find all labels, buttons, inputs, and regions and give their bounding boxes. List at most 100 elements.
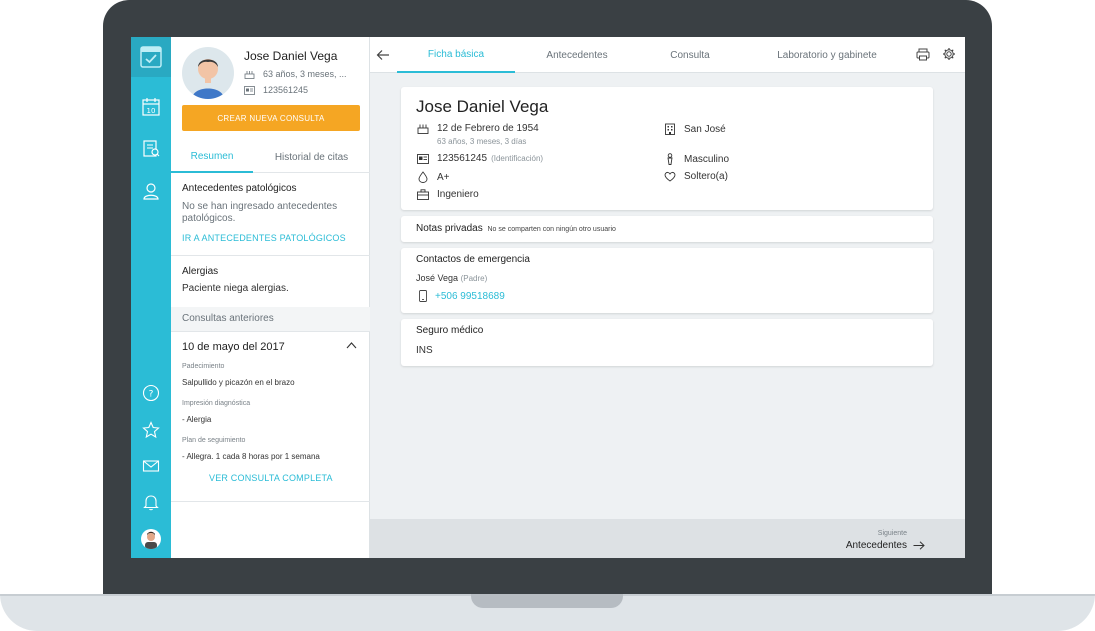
next-link[interactable]: Antecedentes bbox=[846, 540, 925, 551]
marital-status: Soltero(a) bbox=[664, 171, 728, 182]
patient-avatar-icon bbox=[182, 47, 234, 99]
view-consultation-link[interactable]: VER CONSULTA COMPLETA bbox=[209, 473, 333, 483]
tab-resumen[interactable]: Resumen bbox=[171, 141, 253, 173]
person-icon bbox=[667, 153, 673, 165]
mobile-phone-icon bbox=[419, 290, 427, 302]
patient-id-line: 123561245 bbox=[244, 85, 308, 95]
basic-info-card: Jose Daniel Vega 12 de Febrero de 1954 6… bbox=[401, 87, 933, 210]
profile-icon[interactable] bbox=[131, 173, 171, 209]
private-notes-card[interactable]: Notas privadas No se comparten con ningú… bbox=[401, 216, 933, 242]
plan-value: - Allegra. 1 cada 8 horas por 1 semana bbox=[182, 452, 320, 461]
card-patient-name: Jose Daniel Vega bbox=[416, 97, 549, 116]
create-consultation-button[interactable]: CREAR NUEVA CONSULTA bbox=[182, 105, 360, 131]
id-value: 123561245 bbox=[437, 153, 488, 164]
notes-subtitle: No se comparten con ningún otro usuario bbox=[487, 226, 616, 233]
drop-icon bbox=[418, 171, 428, 183]
antecedentes-section: Antecedentes patológicos No se han ingre… bbox=[171, 173, 370, 255]
emergency-title: Contactos de emergencia bbox=[416, 254, 530, 265]
impresion-label: Impresión diagnóstica bbox=[182, 400, 251, 407]
back-arrow-icon[interactable] bbox=[376, 48, 390, 66]
previous-consultations-title: Consultas anteriores bbox=[182, 313, 274, 324]
previous-consultations-header: Consultas anteriores bbox=[171, 307, 370, 331]
padecimiento-value: Salpullido y picazón en el brazo bbox=[182, 378, 295, 387]
marital-value: Soltero(a) bbox=[684, 171, 728, 182]
patient-summary-panel: Jose Daniel Vega 63 años, 3 meses, ... 1… bbox=[171, 37, 370, 558]
main-content: Ficha básica Antecedentes Consulta Labor… bbox=[370, 37, 965, 558]
insurance-card: Seguro médico INS bbox=[401, 319, 933, 366]
emergency-contacts-card: Contactos de emergencia José Vega (Padre… bbox=[401, 248, 933, 313]
bell-icon[interactable] bbox=[131, 484, 171, 520]
alergias-section: Alergias Paciente niega alergias. bbox=[171, 255, 370, 307]
app-screen: 10 ? Jose Daniel Vega 63 años, 3 meses, … bbox=[131, 37, 965, 558]
user-avatar[interactable] bbox=[131, 521, 171, 557]
svg-text:10: 10 bbox=[147, 107, 156, 115]
avatar-photo-icon bbox=[141, 529, 161, 549]
gender-value: Masculino bbox=[684, 153, 730, 165]
antecedentes-title: Antecedentes patológicos bbox=[182, 183, 297, 194]
tab-ficha-basica[interactable]: Ficha básica bbox=[397, 37, 515, 73]
next-label[interactable]: Antecedentes bbox=[846, 540, 907, 551]
id-card-icon bbox=[417, 153, 429, 164]
building-icon bbox=[665, 123, 675, 135]
blood-value: A+ bbox=[437, 171, 450, 183]
calendar-icon[interactable]: 10 bbox=[131, 89, 171, 125]
insurance-value: INS bbox=[416, 345, 433, 356]
next-small-label: Siguiente bbox=[877, 530, 907, 537]
tab-laboratorio[interactable]: Laboratorio y gabinete bbox=[752, 37, 902, 73]
main-tab-bar: Ficha básica Antecedentes Consulta Labor… bbox=[370, 37, 965, 73]
laptop-notch bbox=[471, 594, 623, 608]
heart-icon bbox=[664, 171, 676, 182]
clipboard-icon[interactable] bbox=[131, 131, 171, 167]
notes-line: Notas privadas No se comparten con ningú… bbox=[416, 223, 616, 234]
impresion-value: - Alergia bbox=[182, 415, 212, 424]
settings-icon[interactable] bbox=[942, 47, 956, 66]
alergias-text: Paciente niega alergias. bbox=[182, 283, 289, 294]
contact-name: José Vega bbox=[416, 273, 459, 283]
tab-consulta[interactable]: Consulta bbox=[640, 37, 740, 73]
icon-rail: 10 ? bbox=[131, 37, 171, 558]
alergias-title: Alergias bbox=[182, 266, 219, 277]
arrow-right-icon bbox=[913, 541, 925, 550]
insurance-title: Seguro médico bbox=[416, 325, 484, 336]
mail-icon[interactable] bbox=[131, 448, 171, 484]
emergency-contact: José Vega (Padre) bbox=[416, 273, 487, 283]
antecedentes-text: No se han ingresado antecedentes patológ… bbox=[182, 201, 338, 224]
age-full: 63 años, 3 meses, 3 días bbox=[437, 137, 527, 146]
summary-tabs: Resumen Historial de citas bbox=[171, 141, 370, 173]
help-icon[interactable]: ? bbox=[131, 375, 171, 411]
location-value: San José bbox=[684, 123, 726, 135]
tab-antecedentes[interactable]: Antecedentes bbox=[520, 37, 634, 73]
birth-date: 12 de Febrero de 1954 bbox=[417, 123, 539, 134]
plan-label: Plan de seguimiento bbox=[182, 437, 246, 444]
svg-text:?: ? bbox=[149, 390, 154, 400]
cake-icon bbox=[417, 124, 429, 134]
star-icon[interactable] bbox=[131, 412, 171, 448]
occupation: Ingeniero bbox=[417, 189, 479, 200]
divider bbox=[171, 501, 370, 502]
tab-historial-citas[interactable]: Historial de citas bbox=[253, 141, 370, 173]
print-icon[interactable] bbox=[916, 48, 930, 66]
next-step-footer: Siguiente Antecedentes bbox=[370, 519, 965, 558]
padecimiento-label: Padecimiento bbox=[182, 363, 225, 370]
app-logo-icon[interactable] bbox=[131, 37, 171, 77]
consultation-date: 10 de mayo del 2017 bbox=[182, 341, 285, 353]
gender: Masculino bbox=[664, 153, 729, 165]
birth-date-value: 12 de Febrero de 1954 bbox=[437, 123, 539, 134]
chevron-up-icon[interactable] bbox=[346, 341, 357, 349]
cake-icon bbox=[244, 71, 255, 79]
id-card-icon bbox=[244, 85, 255, 95]
contact-phone[interactable]: +506 99518689 bbox=[435, 291, 505, 302]
id-label: (Identificación) bbox=[491, 154, 544, 163]
contact-relation: (Padre) bbox=[460, 274, 488, 283]
contact-phone-row[interactable]: +506 99518689 bbox=[419, 290, 505, 302]
occupation-value: Ingeniero bbox=[437, 189, 479, 200]
patient-name: Jose Daniel Vega bbox=[244, 49, 338, 63]
blood-type: A+ bbox=[417, 171, 450, 183]
notes-title: Notas privadas bbox=[416, 223, 483, 234]
antecedentes-link[interactable]: IR A ANTECEDENTES PATOLÓGICOS bbox=[182, 233, 346, 243]
patient-age-line: 63 años, 3 meses, ... bbox=[244, 69, 347, 79]
id-row: 123561245 (Identificación) bbox=[417, 153, 543, 164]
consultation-entry: 10 de mayo del 2017 Padecimiento Salpull… bbox=[171, 331, 370, 501]
location: San José bbox=[664, 123, 726, 135]
patient-age: 63 años, 3 meses, ... bbox=[263, 69, 347, 79]
